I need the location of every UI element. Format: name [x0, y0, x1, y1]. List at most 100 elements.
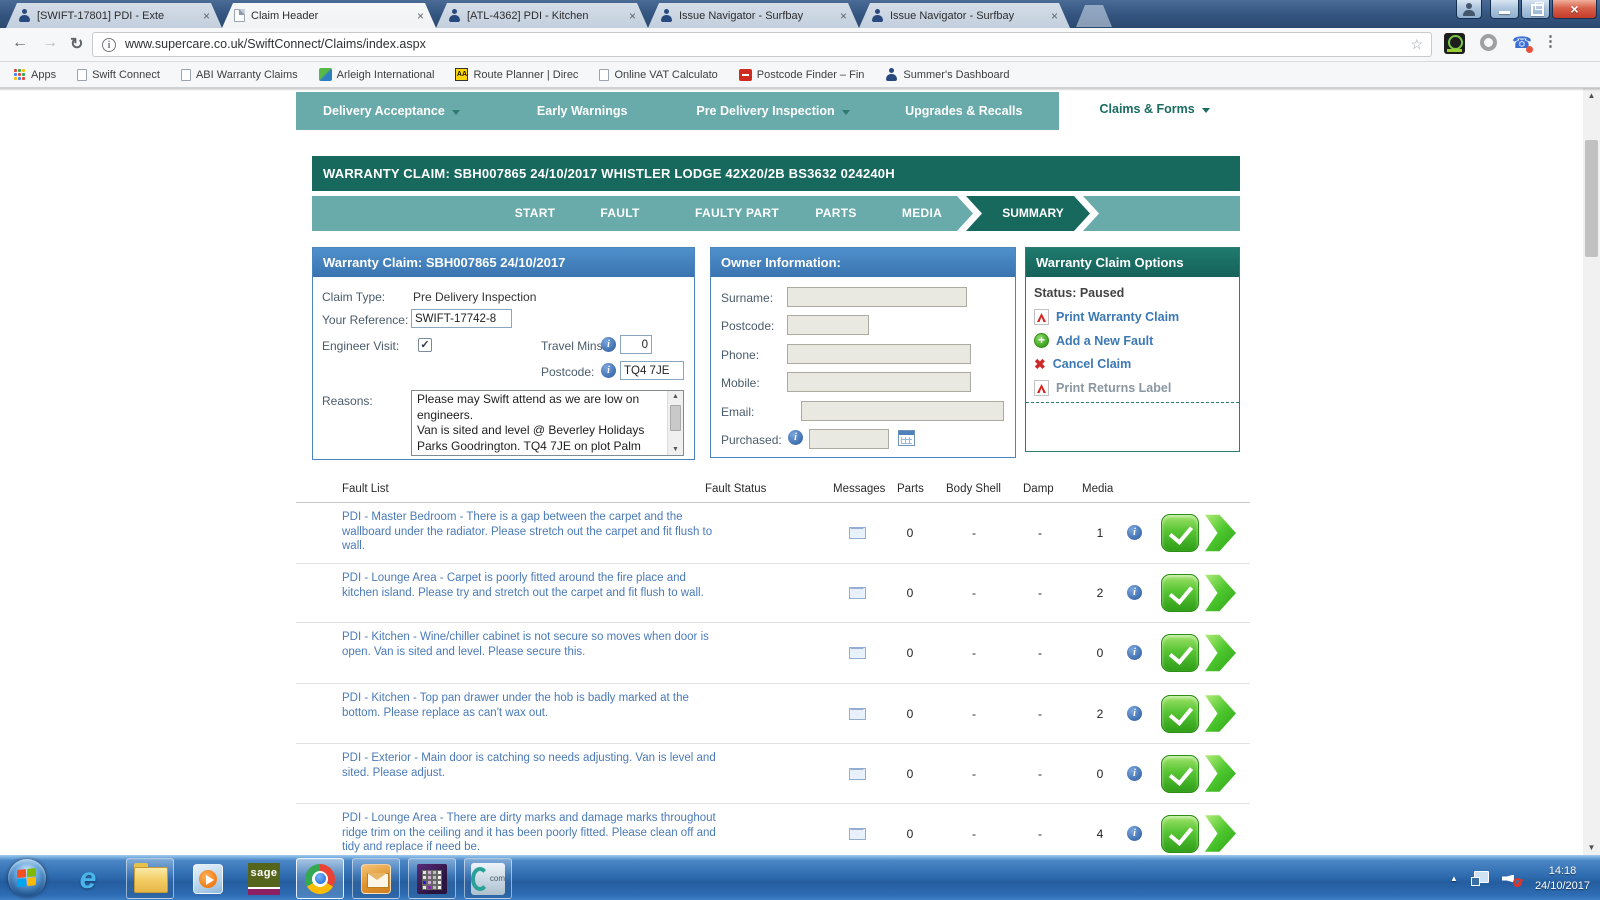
message-envelope-icon[interactable]	[849, 587, 866, 599]
fault-complete-button[interactable]	[1161, 695, 1199, 733]
profile-button[interactable]	[1456, 0, 1482, 19]
phone-extension-icon[interactable]: ☎	[1512, 33, 1532, 53]
fault-description-link[interactable]: PDI - Lounge Area - Carpet is poorly fit…	[342, 571, 722, 600]
bookmark-star-icon[interactable]: ☆	[1410, 36, 1423, 53]
address-bar[interactable]: i www.supercare.co.uk/SwiftConnect/Claim…	[92, 32, 1432, 57]
fault-description-link[interactable]: PDI - Kitchen - Wine/chiller cabinet is …	[342, 630, 722, 659]
scroll-down-icon[interactable]: ▼	[668, 446, 683, 453]
info-icon[interactable]: i	[1127, 706, 1142, 721]
bookmark-apps[interactable]: Apps	[14, 69, 56, 81]
taskbar-chrome-active[interactable]	[296, 858, 344, 899]
browser-tab-4[interactable]: Issue Navigator - Surfbay ×	[648, 3, 859, 28]
calendar-icon[interactable]	[898, 430, 915, 446]
cancel-claim-link[interactable]: ✖ Cancel Claim	[1034, 357, 1131, 371]
message-envelope-icon[interactable]	[849, 527, 866, 539]
taskbar-clock[interactable]: 14:18 24/10/2017	[1535, 864, 1590, 894]
browser-tab-1[interactable]: [SWIFT-17801] PDI - Exte ×	[6, 3, 222, 28]
email-input[interactable]	[801, 401, 1004, 421]
bookmark-route-planner[interactable]: AA Route Planner | Direc	[455, 68, 578, 81]
info-icon[interactable]: i	[1127, 585, 1142, 600]
scrollbar-thumb[interactable]	[1585, 140, 1598, 257]
reload-icon[interactable]: ↻	[70, 34, 83, 54]
owner-postcode-input[interactable]	[787, 315, 869, 335]
fault-complete-button[interactable]	[1161, 634, 1199, 672]
scrollbar-thumb[interactable]	[670, 405, 681, 431]
bookmark-postcode-finder[interactable]: Postcode Finder – Fin	[739, 69, 865, 81]
tab-close-icon[interactable]: ×	[415, 10, 426, 22]
bookmark-swift-connect[interactable]: Swift Connect	[77, 69, 160, 81]
fault-complete-button[interactable]	[1161, 574, 1199, 612]
postcode-input[interactable]	[620, 361, 684, 380]
step-parts[interactable]: PARTS	[815, 196, 856, 231]
message-envelope-icon[interactable]	[849, 828, 866, 840]
print-warranty-claim-link[interactable]: Print Warranty Claim	[1034, 309, 1179, 325]
start-button[interactable]	[8, 859, 46, 897]
nav-early-warnings[interactable]: Early Warnings	[487, 92, 678, 130]
info-icon[interactable]: i	[788, 430, 803, 445]
info-icon[interactable]: i	[1127, 645, 1142, 660]
nav-pre-delivery-inspection[interactable]: Pre Delivery Inspection	[678, 92, 869, 130]
textarea-scrollbar[interactable]: ▲ ▼	[667, 391, 683, 455]
phone-input[interactable]	[787, 344, 971, 364]
engineer-visit-checkbox[interactable]: ✓	[418, 338, 432, 352]
browser-tab-2-active[interactable]: Claim Header ×	[222, 3, 436, 28]
taskbar-file-explorer[interactable]	[126, 858, 174, 899]
step-fault[interactable]: FAULT	[600, 196, 639, 231]
scroll-up-icon[interactable]: ▲	[1583, 91, 1600, 100]
info-icon[interactable]: i	[601, 337, 616, 352]
surname-input[interactable]	[787, 287, 967, 307]
taskbar-sage[interactable]: sage	[240, 858, 288, 899]
close-button[interactable]: ×	[1552, 0, 1597, 19]
nav-claims-forms-active[interactable]: Claims & Forms	[1059, 88, 1250, 130]
step-summary-active[interactable]: SUMMARY	[966, 196, 1090, 231]
info-icon[interactable]: i	[1127, 766, 1142, 781]
fault-detail-arrow[interactable]	[1203, 815, 1236, 853]
fault-detail-arrow[interactable]	[1203, 514, 1236, 552]
print-returns-label-link[interactable]: Print Returns Label	[1034, 380, 1171, 396]
fault-detail-arrow[interactable]	[1203, 755, 1236, 793]
message-envelope-icon[interactable]	[849, 647, 866, 659]
fault-detail-arrow[interactable]	[1203, 695, 1236, 733]
fault-description-link[interactable]: PDI - Exterior - Main door is catching s…	[342, 751, 722, 780]
restore-button[interactable]	[1521, 0, 1550, 19]
browser-tab-5[interactable]: Issue Navigator - Surfbay ×	[859, 3, 1070, 28]
fault-description-link[interactable]: PDI - Lounge Area - There are dirty mark…	[342, 811, 722, 855]
step-start[interactable]: START	[515, 196, 556, 231]
nav-delivery-acceptance[interactable]: Delivery Acceptance	[296, 92, 487, 130]
minimize-button[interactable]	[1490, 0, 1519, 19]
tab-close-icon[interactable]: ×	[838, 10, 849, 22]
browser-tab-3[interactable]: [ATL-4362] PDI - Kitchen ×	[436, 3, 648, 28]
page-scrollbar[interactable]: ▲ ▼	[1583, 88, 1600, 855]
step-faulty-part[interactable]: FAULTY PART	[695, 196, 779, 231]
message-envelope-icon[interactable]	[849, 708, 866, 720]
tab-close-icon[interactable]: ×	[1049, 10, 1060, 22]
back-icon[interactable]: ←	[12, 34, 28, 52]
bookmark-abi-warranty[interactable]: ABI Warranty Claims	[181, 69, 298, 81]
fault-description-link[interactable]: PDI - Master Bedroom - There is a gap be…	[342, 510, 722, 554]
fault-detail-arrow[interactable]	[1203, 574, 1236, 612]
volume-muted-icon[interactable]	[1502, 871, 1522, 887]
bookmark-vat-calculator[interactable]: Online VAT Calculato	[599, 69, 717, 81]
bookmark-summers-dashboard[interactable]: Summer's Dashboard	[885, 68, 1009, 81]
info-icon[interactable]: i	[1127, 525, 1142, 540]
fault-detail-arrow[interactable]	[1203, 634, 1236, 672]
taskbar-outlook[interactable]	[352, 858, 400, 899]
step-media[interactable]: MEDIA	[902, 196, 942, 231]
travel-mins-input[interactable]	[620, 335, 652, 354]
info-icon[interactable]: i	[601, 363, 616, 378]
reasons-textarea[interactable]: Please may Swift attend as we are low on…	[411, 390, 684, 456]
page-info-icon[interactable]: i	[102, 38, 116, 52]
scroll-down-icon[interactable]: ▼	[1583, 843, 1600, 852]
tab-close-icon[interactable]: ×	[627, 10, 638, 22]
add-new-fault-link[interactable]: + Add a New Fault	[1034, 333, 1153, 348]
your-reference-input[interactable]	[411, 309, 512, 328]
network-icon[interactable]	[1471, 871, 1489, 886]
nav-upgrades-recalls[interactable]: Upgrades & Recalls	[868, 92, 1059, 130]
adblock-extension-icon[interactable]	[1444, 33, 1465, 54]
browser-menu-icon[interactable]: ⋮	[1543, 32, 1558, 50]
tray-expand-icon[interactable]: ▲	[1450, 874, 1458, 883]
info-icon[interactable]: i	[1127, 826, 1142, 841]
taskbar-com-app[interactable]: com	[464, 858, 512, 899]
purchased-input[interactable]	[809, 429, 889, 449]
taskbar-media-player[interactable]	[184, 858, 232, 899]
